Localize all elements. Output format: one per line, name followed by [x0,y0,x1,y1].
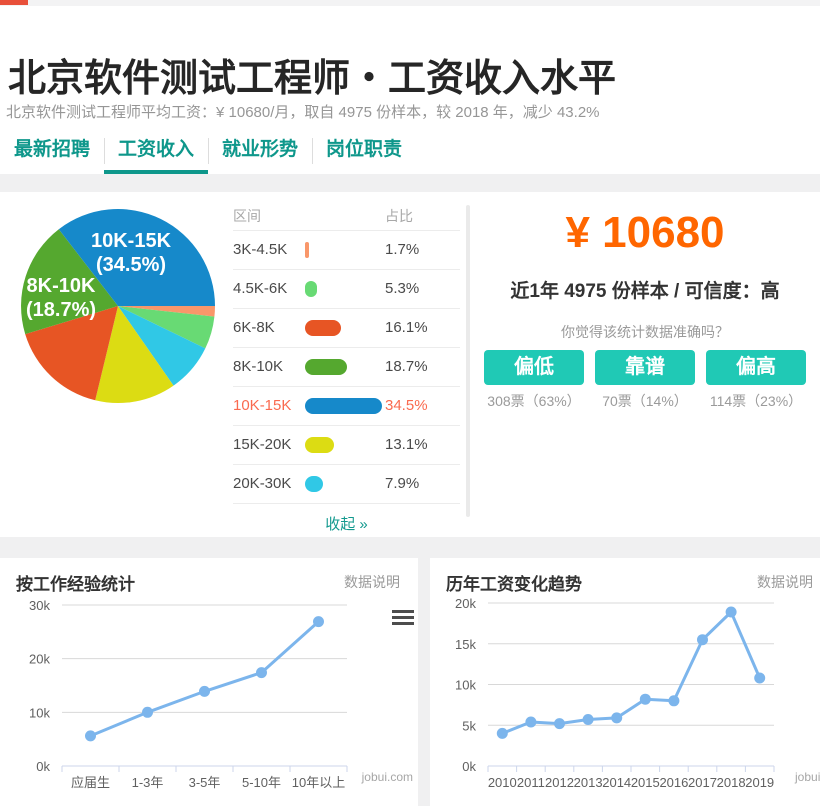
svg-text:15k: 15k [455,637,476,652]
distribution-row-10K-15K[interactable]: 10K-15K 34.5% [233,387,460,426]
share-value: 1.7% [385,231,419,269]
pie-inside-label: 8K-10K [27,275,96,297]
range-label: 6K-8K [233,309,275,347]
range-label: 15K-20K [233,426,291,464]
jobui-watermark: jobui.com [795,770,820,784]
chart-menu-icon[interactable] [392,610,414,628]
tab-bar: 最新招聘工资收入就业形势岗位职责 [0,128,820,174]
share-bar [305,281,317,297]
distribution-row-3K-4.5K[interactable]: 3K-4.5K 1.7% [233,231,460,270]
legend-rows: 3K-4.5K 1.7% 4.5K-6K 5.3% 6K-8K 16.1% 8K-10K 18… [233,231,460,504]
svg-text:2015: 2015 [631,775,660,790]
collapse-link[interactable]: 收起 » [233,513,460,534]
range-label: 8K-10K [233,348,283,386]
svg-text:2013: 2013 [574,775,603,790]
share-bar [305,437,334,453]
experience-line-chart: 0k 10k 20k 30k 应届生 1-3年 3-5年 5-10年 10年以上 [0,558,418,806]
column-header-range: 区间 [233,208,261,224]
range-label: 20K-30K [233,465,291,503]
svg-text:0k: 0k [462,759,476,774]
svg-text:2016: 2016 [659,775,688,790]
tab-2[interactable]: 就业形势 [208,128,312,174]
distribution-row-15K-20K[interactable]: 15K-20K 13.1% [233,426,460,465]
range-label: 3K-4.5K [233,231,287,269]
vote-count-2: 114票（23%） [706,391,806,411]
vote-button-2[interactable]: 偏高 [706,350,806,385]
share-value: 34.5% [385,387,428,425]
tab-1[interactable]: 工资收入 [104,128,208,174]
vote-button-0[interactable]: 偏低 [484,350,584,385]
content-area: 8K-10K(18.7%)10K-15K(34.5%) 区间 占比 3K-4.5… [0,174,820,806]
share-value: 7.9% [385,465,419,503]
svg-text:0k: 0k [36,759,50,774]
svg-text:5k: 5k [462,718,476,733]
svg-text:5-10年: 5-10年 [242,775,281,790]
range-label: 10K-15K [233,387,291,425]
distribution-row-6K-8K[interactable]: 6K-8K 16.1% [233,309,460,348]
svg-text:30k: 30k [29,598,50,613]
tab-0[interactable]: 最新招聘 [0,128,104,174]
svg-text:10年以上: 10年以上 [292,775,345,790]
experience-chart-card: 按工作经验统计 数据说明 0k10k20k30k应届生1-3年3-5年5-10年… [0,558,418,806]
svg-text:2010: 2010 [488,775,517,790]
sample-credibility-line: 近1年 4975 份样本 / 可信度：高 [470,276,820,303]
salary-page: 北京软件测试工程师・工资收入水平 北京软件测试工程师平均工资：¥ 10680/月… [0,0,820,806]
distribution-row-8K-10K[interactable]: 8K-10K 18.7% [233,348,460,387]
svg-text:2018: 2018 [717,775,746,790]
share-bar [305,476,323,492]
share-bar [305,359,347,375]
svg-text:20k: 20k [455,596,476,611]
share-value: 5.3% [385,270,419,308]
svg-text:应届生: 应届生 [71,775,110,790]
svg-text:1-3年: 1-3年 [132,775,164,790]
trend-line-chart: 0k5k10k15k20k201020112012201320142015201… [430,558,820,806]
top-left-red-mark [0,0,28,5]
svg-text:10k: 10k [455,678,476,693]
svg-text:3-5年: 3-5年 [189,775,221,790]
salary-distribution-table: 区间 占比 3K-4.5K1.7%4.5K-6K5.3%6K-8K16.1%8K… [233,202,460,534]
svg-text:2012: 2012 [545,775,574,790]
svg-text:2017: 2017 [688,775,717,790]
page-title: 北京软件测试工程师・工资收入水平 [8,47,616,102]
salary-pie-chart[interactable]: 8K-10K(18.7%) 10K-15K(34.5%) [19,207,219,407]
distribution-row-20K-30K[interactable]: 20K-30K 7.9% [233,465,460,504]
salary-summary-panel: ¥ 10680 近1年 4975 份样本 / 可信度：高 你觉得该统计数据准确吗… [470,192,820,537]
tab-3[interactable]: 岗位职责 [312,128,416,174]
vote-counts-row: 308票（63%） 70票（14%） 114票（23%） [470,391,820,411]
top-strip [0,0,820,6]
page-subtitle: 北京软件测试工程师平均工资：¥ 10680/月，取自 4975 份样本，较 20… [6,101,600,122]
share-bar [305,398,382,414]
salary-distribution-card: 8K-10K(18.7%)10K-15K(34.5%) 区间 占比 3K-4.5… [0,192,820,537]
table-header: 区间 占比 [233,202,460,231]
column-header-share: 占比 [385,202,413,230]
svg-text:2011: 2011 [517,775,545,790]
range-label: 4.5K-6K [233,270,287,308]
share-bar [305,242,309,258]
jobui-watermark: jobui.com [362,770,413,784]
vote-question: 你觉得该统计数据准确吗？ [470,322,820,342]
share-bar [305,320,341,336]
vote-buttons-row: 偏低靠谱偏高 [470,350,820,385]
pie-inside-label: 10K-15K [91,230,172,252]
share-value: 13.1% [385,426,428,464]
trend-chart-card: 历年工资变化趋势 数据说明 0k5k10k15k20k2010201120122… [430,558,820,806]
svg-text:20k: 20k [29,652,50,667]
svg-text:2019: 2019 [745,775,774,790]
share-value: 16.1% [385,309,428,347]
pie-inside-label: (18.7%) [26,299,96,321]
svg-text:10k: 10k [29,705,50,720]
pie-inside-label: (34.5%) [96,254,166,276]
svg-text:2014: 2014 [602,775,631,790]
distribution-row-4.5K-6K[interactable]: 4.5K-6K 5.3% [233,270,460,309]
average-salary-value: ¥ 10680 [470,208,820,258]
share-value: 18.7% [385,348,428,386]
vote-count-1: 70票（14%） [595,391,695,411]
vote-count-0: 308票（63%） [484,391,584,411]
vote-button-1[interactable]: 靠谱 [595,350,695,385]
